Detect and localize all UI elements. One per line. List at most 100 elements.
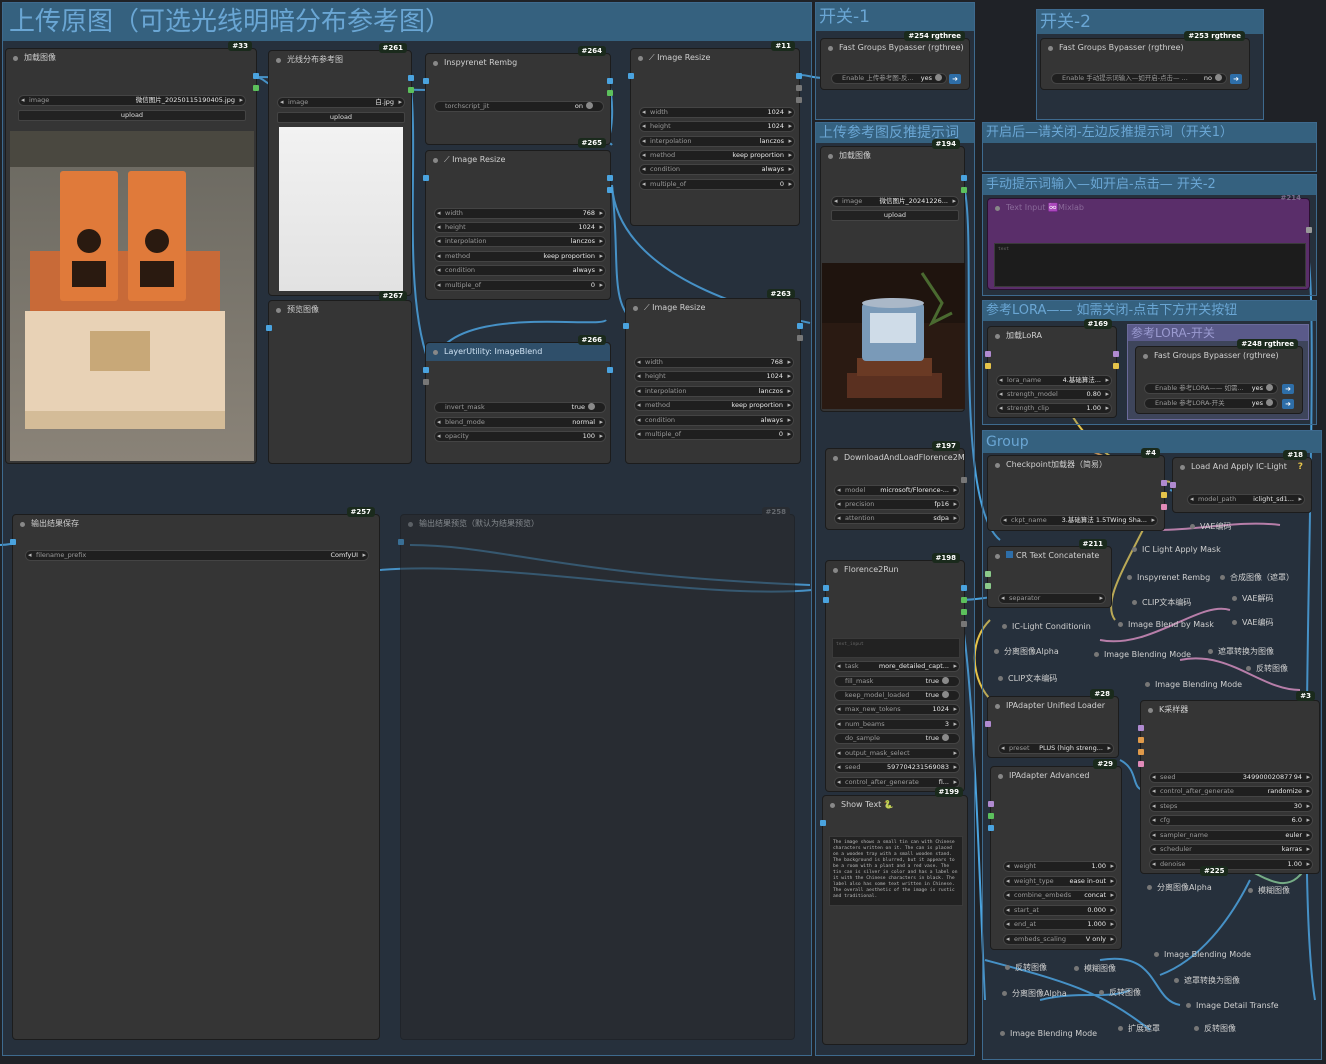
group-title[interactable]: 上传原图（可选光线明暗分布参考图）	[3, 3, 811, 41]
output-socket[interactable]	[796, 97, 802, 103]
group-enable-toggle[interactable]: Enable 手动提示词输入—如开启-点击— ... no	[1051, 73, 1227, 84]
groups-bypasser-253[interactable]: Fast Groups Bypasser (rgthree) #253 rgth…	[1040, 31, 1250, 90]
input-socket[interactable]	[423, 367, 429, 373]
ckpt-name-select[interactable]: ckpt_name3.基础算法 1.5TWing Sha...	[1000, 515, 1158, 526]
max-new-tokens-field[interactable]: max_new_tokens1024	[834, 704, 960, 715]
split-image-alpha-node-2[interactable]: 分离图像Alpha	[1145, 880, 1212, 896]
show-text-node[interactable]: Show Text 🐍 #199 The image shows a small…	[820, 787, 968, 1045]
output-socket[interactable]	[961, 597, 967, 603]
denoise-field[interactable]: denoise1.00	[1149, 859, 1313, 870]
interpolation-select[interactable]: interpolationlanczos	[634, 386, 794, 397]
control-after-generate-select[interactable]: control_after_generaterandomize	[1149, 786, 1313, 797]
input-socket[interactable]	[988, 801, 994, 807]
navigate-arrow-icon[interactable]: ➜	[949, 74, 961, 84]
keep-model-loaded-toggle[interactable]: keep_model_loaded true	[834, 690, 960, 701]
vae-encode-node[interactable]: VAE编码	[1188, 519, 1232, 535]
image-select[interactable]: image白.jpg	[277, 97, 405, 108]
strength-model-field[interactable]: strength_model0.80	[996, 389, 1112, 400]
method-select[interactable]: methodkeep proportion	[639, 150, 795, 161]
output-socket[interactable]	[1161, 504, 1167, 510]
output-socket[interactable]	[797, 323, 803, 329]
blend-mode-select[interactable]: blend_modenormal	[434, 417, 606, 428]
output-socket[interactable]	[607, 187, 613, 193]
input-socket[interactable]	[823, 585, 829, 591]
prompt-text-area[interactable]: text	[994, 243, 1306, 287]
input-socket[interactable]	[628, 73, 634, 79]
load-image-194[interactable]: 加载图像 #194 image微信图片_20241226... upload	[820, 139, 967, 412]
output-socket[interactable]	[253, 85, 259, 91]
multiple-of-field[interactable]: multiple_of0	[639, 179, 795, 190]
filename-prefix-field[interactable]: filename_prefixComfyUI	[25, 550, 369, 561]
width-field[interactable]: width1024	[639, 107, 795, 118]
mask-to-image-node-2[interactable]: 遮罩转换为图像	[1172, 973, 1240, 989]
condition-select[interactable]: conditionalways	[634, 415, 794, 426]
group-title[interactable]: 开关-1	[816, 3, 974, 31]
input-socket[interactable]	[985, 583, 991, 589]
height-field[interactable]: height1024	[434, 222, 606, 233]
image-blending-mode-node-4[interactable]: Image Blending Mode	[998, 1026, 1097, 1042]
upload-button[interactable]: upload	[18, 110, 246, 121]
model-path-select[interactable]: model_pathiclight_sd1...	[1187, 494, 1305, 505]
condition-select[interactable]: conditionalways	[639, 164, 795, 175]
output-socket[interactable]	[796, 73, 802, 79]
light-ref-node[interactable]: 光线分布参考图 #261 image白.jpg upload	[268, 43, 414, 296]
mask-to-image-node[interactable]: 遮罩转换为图像	[1206, 644, 1274, 660]
output-socket[interactable]	[408, 75, 414, 81]
lora-name-select[interactable]: lora_name4.基础算法...	[996, 375, 1112, 386]
text-input-214[interactable]: Text Input ♾️Mixlab #214 text	[987, 194, 1312, 290]
output-socket[interactable]	[408, 87, 414, 93]
weight-type-select[interactable]: weight_typeease in-out	[1003, 876, 1117, 887]
scheduler-select[interactable]: schedulerkarras	[1149, 844, 1313, 855]
group-title[interactable]: 手动提示词输入—如开启-点击— 开关-2	[983, 175, 1316, 195]
invert-image-node-4[interactable]: 反转图像	[1192, 1021, 1236, 1037]
input-socket[interactable]	[398, 539, 404, 545]
grow-mask-node[interactable]: 扩展遮罩	[1116, 1021, 1160, 1037]
output-socket[interactable]	[607, 175, 613, 181]
output-socket[interactable]	[796, 85, 802, 91]
clip-text-encode-node[interactable]: CLIP文本编码	[1130, 595, 1191, 611]
interpolation-select[interactable]: interpolationlanczos	[639, 136, 795, 147]
output-socket[interactable]	[1161, 492, 1167, 498]
preview-output-node[interactable]: 输出结果预览（默认为结果预览） #258	[398, 507, 795, 1040]
group-enable-toggle[interactable]: Enable 参考LORA-开关 yes	[1144, 398, 1278, 409]
input-socket[interactable]	[985, 363, 991, 369]
height-field[interactable]: height1024	[634, 371, 794, 382]
multiple-of-field[interactable]: multiple_of0	[434, 280, 606, 291]
output-mask-select-field[interactable]: output_mask_select	[834, 748, 960, 759]
invert-mask-toggle[interactable]: invert_mask true	[434, 402, 606, 413]
preview-image-node[interactable]: 预览图像 #267	[266, 291, 412, 464]
input-socket[interactable]	[988, 813, 994, 819]
separator-field[interactable]: separator	[998, 593, 1106, 604]
input-socket[interactable]	[10, 539, 16, 545]
embeds-scaling-select[interactable]: embeds_scalingV only	[1003, 934, 1117, 945]
interpolation-select[interactable]: interpolationlanczos	[434, 236, 606, 247]
opacity-field[interactable]: opacity100	[434, 431, 606, 442]
florence2-loader-node[interactable]: DownloadAndLoadFlorence2Model #197 model…	[825, 441, 967, 530]
vae-decode-node[interactable]: VAE解码	[1230, 591, 1274, 607]
upload-button[interactable]: upload	[831, 210, 959, 221]
navigate-arrow-icon[interactable]: ➜	[1282, 399, 1294, 409]
invert-image-node[interactable]: 反转图像	[1244, 661, 1288, 677]
input-socket[interactable]	[1138, 749, 1144, 755]
image-resize-11[interactable]: ⟋ Image Resize #11 width1024 height1024 …	[628, 41, 802, 299]
do-sample-toggle[interactable]: do_sample true	[834, 733, 960, 744]
output-socket[interactable]	[961, 187, 967, 193]
input-socket[interactable]	[823, 597, 829, 603]
group-enable-toggle[interactable]: Enable 参考LORA—— 如需... yes	[1144, 383, 1278, 394]
inspyrenet-rembg-small-node[interactable]: Inspyrenet Rembg	[1125, 570, 1210, 586]
input-socket[interactable]	[1138, 725, 1144, 731]
combine-embeds-select[interactable]: combine_embedsconcat	[1003, 890, 1117, 901]
method-select[interactable]: methodkeep proportion	[634, 400, 794, 411]
preset-select[interactable]: presetPLUS (high streng...	[998, 743, 1114, 754]
image-resize-263[interactable]: ⟋ Image Resize width768 height1024 inter…	[623, 298, 803, 464]
ipadapter-loader-node[interactable]: IPAdapter Unified Loader #28 presetPLUS …	[985, 689, 1119, 758]
image-blending-mode-node-3[interactable]: Image Blending Mode	[1152, 947, 1251, 963]
output-socket[interactable]	[961, 175, 967, 181]
input-socket[interactable]	[985, 571, 991, 577]
input-socket[interactable]	[423, 379, 429, 385]
ipadapter-advanced-node[interactable]: IPAdapter Advanced #29 weight1.00 weight…	[988, 759, 1122, 950]
image-blending-mode-node[interactable]: Image Blending Mode	[1092, 647, 1191, 663]
group-title[interactable]: 参考LORA—— 如需关闭-点击下方开关按钮	[983, 301, 1316, 321]
inspyrenet-node[interactable]: Inspyrenet Rembg #264 torchscript_jit on …	[423, 46, 613, 148]
blur-image-node-2[interactable]: 模糊图像	[1072, 961, 1116, 977]
